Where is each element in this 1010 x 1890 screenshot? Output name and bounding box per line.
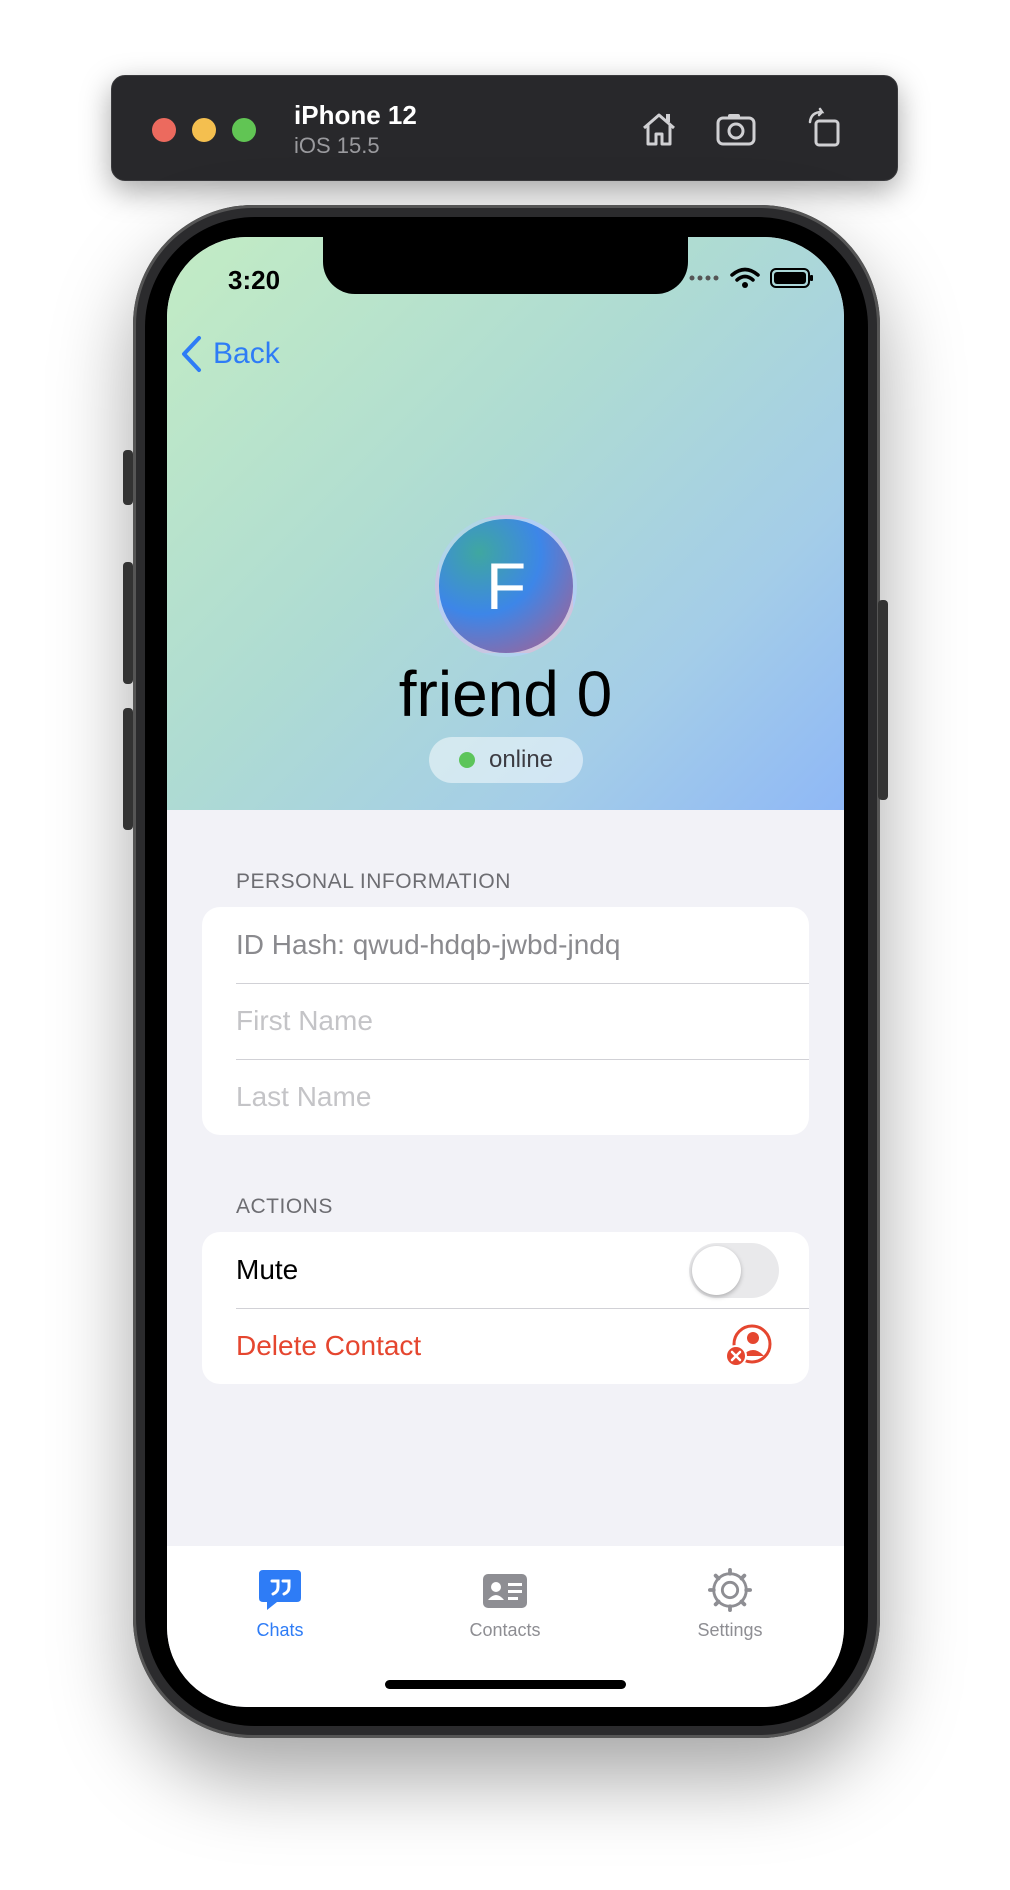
silent-switch — [123, 450, 133, 505]
id-hash-row: ID Hash: qwud-hdqb-jwbd-jndq — [202, 907, 809, 983]
tab-contacts[interactable]: Contacts — [425, 1568, 585, 1641]
mute-toggle[interactable] — [689, 1243, 779, 1298]
power-button — [878, 600, 888, 800]
simulator-toolbar: iPhone 12 iOS 15.5 — [111, 75, 898, 181]
battery-icon — [770, 268, 813, 288]
online-indicator-icon — [458, 752, 475, 768]
avatar: F — [435, 515, 577, 657]
status-badge: online — [429, 737, 583, 783]
close-window-button[interactable] — [152, 118, 176, 142]
first-name-placeholder: First Name — [236, 1005, 373, 1036]
actions-group: Mute Delete Contact — [202, 1232, 809, 1384]
status-time: 3:20 — [228, 265, 281, 295]
chat-bubble-icon — [259, 1570, 301, 1610]
signal-icon — [689, 275, 719, 281]
avatar-initial: F — [485, 549, 527, 623]
tab-label: Chats — [256, 1620, 304, 1640]
device-name: iPhone 12 — [294, 100, 417, 130]
tab-label: Contacts — [469, 1620, 541, 1640]
notch — [323, 237, 688, 294]
wifi-icon — [730, 267, 760, 288]
volume-down-button — [123, 708, 133, 830]
first-name-field[interactable]: First Name — [202, 983, 809, 1059]
personal-information-header: PERSONAL INFORMATION — [236, 870, 511, 893]
delete-contact-button[interactable]: Delete Contact — [202, 1308, 809, 1384]
actions-header: ACTIONS — [236, 1195, 333, 1218]
delete-contact-label: Delete Contact — [236, 1330, 422, 1361]
tab-settings[interactable]: Settings — [650, 1568, 810, 1641]
home-icon[interactable] — [636, 106, 682, 152]
chevron-left-icon — [182, 336, 201, 372]
volume-up-button — [123, 562, 133, 684]
delete-user-icon — [725, 1324, 772, 1367]
phone-screen: 3:20 Back F friend 0 online PERSONAL INF… — [167, 237, 844, 1707]
id-hash-value: ID Hash: qwud-hdqb-jwbd-jndq — [236, 929, 621, 960]
screenshot-icon[interactable] — [713, 106, 759, 152]
tab-label: Settings — [697, 1620, 763, 1640]
rotate-icon[interactable] — [802, 106, 848, 152]
gear-icon — [708, 1568, 752, 1612]
last-name-placeholder: Last Name — [236, 1081, 372, 1112]
os-version: iOS 15.5 — [294, 133, 380, 158]
home-indicator — [385, 1680, 626, 1689]
mute-row: Mute — [202, 1232, 809, 1308]
minimize-window-button[interactable] — [192, 118, 216, 142]
personal-information-group: ID Hash: qwud-hdqb-jwbd-jndq First Name … — [202, 907, 809, 1135]
tab-chats[interactable]: Chats — [200, 1568, 360, 1641]
contact-card-icon — [483, 1574, 527, 1608]
zoom-window-button[interactable] — [232, 118, 256, 142]
status-text: online — [488, 746, 554, 773]
back-label: Back — [213, 337, 280, 370]
mute-label: Mute — [236, 1254, 299, 1285]
status-indicators — [688, 267, 814, 289]
back-button[interactable]: Back — [179, 335, 280, 373]
last-name-field[interactable]: Last Name — [202, 1059, 809, 1135]
toggle-knob — [692, 1246, 741, 1295]
contact-name: friend 0 — [398, 658, 613, 730]
